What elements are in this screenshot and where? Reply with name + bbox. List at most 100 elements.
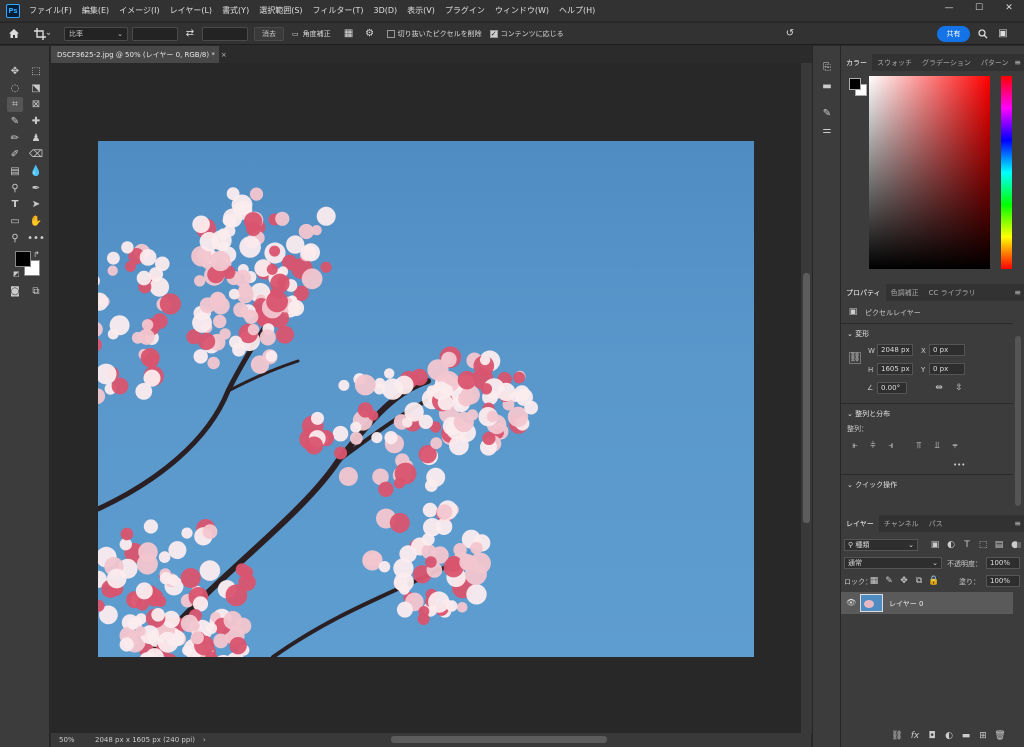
document-tab[interactable]: DSCF3625-2.jpg @ 50% (レイヤー 0, RGB/8) * × [51, 46, 227, 63]
history-panel-icon[interactable]: ⎘ [819, 60, 835, 74]
vertical-scroll-thumb[interactable] [803, 273, 810, 523]
vertical-scrollbar[interactable] [801, 63, 812, 733]
tab-swatches[interactable]: スウォッチ [872, 54, 917, 71]
menu-file[interactable]: ファイル(F) [24, 5, 77, 16]
frame-tool-icon[interactable]: ⊠ [28, 97, 44, 112]
align-section-header[interactable]: ⌄ 整列と分布 [847, 409, 890, 419]
width-input[interactable]: 2048 px [877, 344, 913, 356]
search-icon[interactable] [977, 25, 989, 42]
align-center-v-icon[interactable]: ⫫ [931, 440, 943, 452]
comments-panel-icon[interactable]: ▬ [819, 79, 835, 93]
height-input[interactable]: 1605 px [877, 363, 913, 375]
edit-toolbar-icon[interactable]: ••• [27, 231, 45, 246]
align-bottom-icon[interactable]: ⫧ [949, 440, 961, 452]
tab-paths[interactable]: パス [924, 515, 948, 532]
close-tab-icon[interactable]: × [221, 51, 227, 59]
ratio-height-input[interactable] [202, 26, 248, 41]
screen-mode-icon[interactable]: ⧉ [28, 284, 44, 299]
menu-type[interactable]: 書式(Y) [217, 5, 254, 16]
menu-window[interactable]: ウィンドウ(W) [490, 5, 554, 16]
pen-tool-icon[interactable]: ✒ [28, 181, 44, 196]
align-right-icon[interactable]: ⫣ [885, 440, 897, 452]
path-selection-tool-icon[interactable]: ➤ [28, 197, 44, 212]
panel-menu-icon[interactable]: ≡ [1014, 58, 1021, 67]
gradient-tool-icon[interactable]: ▤ [7, 164, 23, 179]
zoom-level[interactable]: 50% [59, 736, 91, 744]
minimize-button[interactable]: — [934, 0, 964, 15]
tab-properties[interactable]: プロパティ [841, 284, 886, 301]
align-left-icon[interactable]: ⫦ [849, 440, 861, 452]
home-icon[interactable] [0, 25, 28, 42]
filter-shape-icon[interactable]: ⬚ [977, 539, 989, 551]
blur-tool-icon[interactable]: 💧 [28, 164, 44, 179]
tab-channels[interactable]: チャンネル [879, 515, 924, 532]
delete-cropped-checkbox[interactable]: 切り抜いたピクセルを削除 [386, 29, 482, 39]
new-group-icon[interactable]: ▬ [960, 730, 972, 742]
tab-cc-libraries[interactable]: CC ライブラリ [924, 284, 981, 301]
align-top-icon[interactable]: ⫪ [913, 440, 925, 452]
layers-menu-icon[interactable]: ≡ [1014, 519, 1021, 528]
move-tool-icon[interactable]: ✥ [7, 64, 23, 79]
opacity-input[interactable]: 100% [986, 557, 1020, 569]
layer-style-icon[interactable]: fx [909, 730, 921, 742]
lock-all-icon[interactable]: 🔒 [928, 575, 940, 587]
more-options-icon[interactable]: ••• [953, 461, 965, 469]
new-layer-icon[interactable]: ⊞ [977, 730, 989, 742]
stamp-tool-icon[interactable]: ♟ [28, 131, 44, 146]
foreground-color-swatch[interactable] [15, 251, 31, 267]
marquee-tool-icon[interactable]: ⬚ [28, 64, 44, 79]
link-dimensions-icon[interactable]: ⛓ [849, 352, 861, 364]
menu-layer[interactable]: レイヤー(L) [165, 5, 217, 16]
zoom-tool-icon[interactable]: ⚲ [7, 231, 23, 246]
eraser-tool-icon[interactable]: ⌫ [28, 147, 44, 162]
lock-position-icon[interactable]: ✥ [898, 575, 910, 587]
y-input[interactable]: 0 px [929, 363, 965, 375]
content-aware-checkbox[interactable]: ✓ コンテンツに応じる [489, 29, 564, 39]
workspace-icon[interactable]: ▣ [997, 25, 1009, 42]
brush-tool-icon[interactable]: ✏ [7, 131, 23, 146]
x-input[interactable]: 0 px [929, 344, 965, 356]
hand-tool-icon[interactable]: ✋ [28, 214, 44, 229]
tab-layers[interactable]: レイヤー [841, 515, 879, 532]
default-colors-icon[interactable]: ◩ [13, 270, 20, 278]
blend-mode-select[interactable]: 通常 ⌄ [844, 557, 942, 569]
menu-plugins[interactable]: プラグイン [440, 5, 490, 16]
share-button[interactable]: 共有 [937, 26, 970, 42]
color-picker-field[interactable] [869, 76, 990, 269]
layers-scroll-thumb[interactable] [1017, 542, 1021, 548]
menu-3d[interactable]: 3D(D) [369, 6, 403, 15]
angle-input[interactable]: 0.00° [877, 382, 907, 394]
object-selection-tool-icon[interactable]: ⬔ [28, 81, 44, 96]
clear-button[interactable]: 消去 [254, 26, 284, 41]
hue-slider[interactable] [1001, 76, 1012, 269]
lock-transparent-icon[interactable]: ▦ [868, 575, 880, 587]
reset-icon[interactable]: ↺ [783, 25, 797, 42]
filter-smart-object-icon[interactable]: ▤ [993, 539, 1005, 551]
tab-gradients[interactable]: グラデーション [917, 54, 976, 71]
transform-section-header[interactable]: ⌄ 変形 [847, 329, 869, 339]
swap-icon[interactable]: ⇄ [178, 25, 202, 42]
history-brush-tool-icon[interactable]: ✐ [7, 147, 23, 162]
tab-patterns[interactable]: パターン [976, 54, 1014, 71]
close-button[interactable]: ✕ [994, 0, 1024, 15]
layer-name[interactable]: レイヤー 0 [889, 599, 923, 609]
menu-edit[interactable]: 編集(E) [77, 5, 114, 16]
cherry-blossom-photo[interactable] [98, 141, 754, 657]
layer-row[interactable]: 👁 レイヤー 0 [841, 592, 1013, 614]
menu-view[interactable]: 表示(V) [402, 5, 440, 16]
tab-adjustments[interactable]: 色調補正 [886, 284, 924, 301]
fill-input[interactable]: 100% [986, 575, 1020, 587]
quick-mask-icon[interactable]: ◙ [7, 284, 23, 299]
swap-colors-icon[interactable]: ↱ [33, 250, 40, 259]
align-center-h-icon[interactable]: ⫩ [867, 440, 879, 452]
dodge-tool-icon[interactable]: ⚲ [7, 181, 23, 196]
maximize-button[interactable]: ☐ [964, 0, 994, 15]
flip-horizontal-icon[interactable]: ⇹ [933, 382, 945, 394]
menu-select[interactable]: 選択範囲(S) [254, 5, 307, 16]
menu-image[interactable]: イメージ(I) [114, 5, 164, 16]
grid-overlay-icon[interactable]: ▦ [337, 25, 361, 42]
brush-settings-panel-icon[interactable]: ✎ [819, 106, 835, 120]
healing-brush-tool-icon[interactable]: ✚ [28, 114, 44, 129]
adjustments-panel-icon[interactable]: ⚌ [819, 123, 835, 137]
filter-pixel-icon[interactable]: ▣ [929, 539, 941, 551]
